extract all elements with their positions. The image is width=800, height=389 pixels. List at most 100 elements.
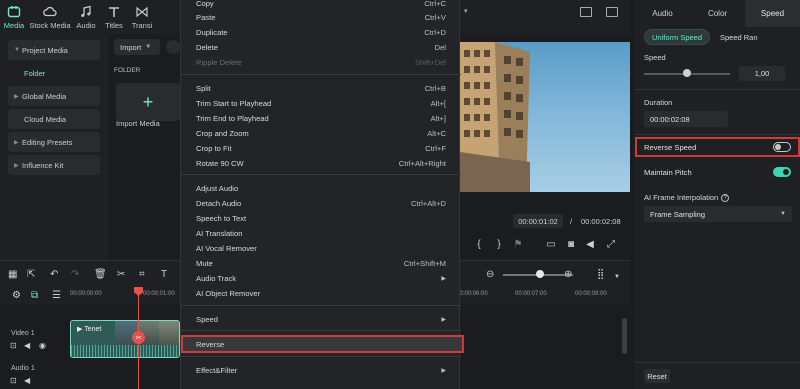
menu-item-paste[interactable]: Paste Ctrl+V bbox=[181, 10, 461, 25]
menu-item-shortcut: Ctrl+V bbox=[424, 13, 446, 22]
tab-audio[interactable]: Audio bbox=[635, 0, 690, 27]
uniform-speed-button[interactable]: Uniform Speed bbox=[644, 29, 710, 45]
tab-speed[interactable]: Speed bbox=[745, 0, 800, 27]
delete-icon[interactable]: 🗑 bbox=[94, 270, 107, 280]
import-dropdown[interactable]: Import ▼ bbox=[114, 39, 160, 55]
video-clip[interactable]: ▶ Tenet bbox=[70, 320, 180, 358]
toolbar-titles-label: Titles bbox=[105, 20, 123, 30]
sidebar-item-label: Cloud Media bbox=[24, 114, 67, 124]
fullscreen-icon[interactable]: ⤢ bbox=[605, 240, 617, 250]
snapshot-icon[interactable] bbox=[606, 7, 618, 17]
menu-item-detach-audio[interactable]: Detach Audio Ctrl+Alt+D bbox=[181, 196, 461, 211]
menu-item-adjust-audio[interactable]: Adjust Audio bbox=[181, 181, 461, 196]
info-icon[interactable]: ? bbox=[721, 194, 730, 203]
reset-button[interactable]: Reset bbox=[644, 369, 670, 383]
dropdown-icon[interactable]: ▾ bbox=[464, 7, 476, 17]
ai-frame-interpolation-label: AI Frame Interpolation? bbox=[644, 193, 730, 203]
toolbar-transitions-button[interactable]: Transi bbox=[128, 0, 156, 34]
maintain-pitch-toggle[interactable] bbox=[773, 167, 791, 177]
split-icon[interactable]: ✂ bbox=[132, 331, 145, 344]
menu-item-crop-and-zoom[interactable]: Crop and Zoom Alt+C bbox=[181, 126, 461, 141]
folder-header: FOLDER bbox=[114, 67, 141, 74]
menu-item-speed[interactable]: Speed ▶ bbox=[181, 312, 461, 327]
menu-item-ripple-delete[interactable]: Ripple Delete Shift+Del bbox=[181, 55, 461, 70]
toolbar-audio-button[interactable]: Audio bbox=[72, 0, 100, 34]
monitor-icon[interactable]: ▭ bbox=[545, 240, 557, 250]
grid-icon[interactable] bbox=[580, 7, 592, 17]
toolbar-stock-media-button[interactable]: Stock Media bbox=[28, 0, 72, 34]
lock-icon[interactable]: ⊡ bbox=[10, 341, 17, 351]
tab-color[interactable]: Color bbox=[690, 0, 745, 27]
duration-field[interactable]: 00:00:02:08 bbox=[644, 111, 728, 127]
select-tool-icon[interactable]: ⇱ bbox=[27, 270, 35, 280]
menu-item-ai-vocal-remover[interactable]: AI Vocal Remover bbox=[181, 241, 461, 256]
import-media-caption: Import Media bbox=[116, 119, 160, 128]
speed-value-input[interactable]: 1,00 bbox=[739, 66, 785, 81]
undo-icon[interactable]: ↶ bbox=[50, 270, 58, 280]
menu-item-mute[interactable]: Mute Ctrl+Shift+M bbox=[181, 256, 461, 271]
frame-interpolation-select[interactable]: Frame Sampling ▼ bbox=[644, 206, 792, 222]
track-manager-icon[interactable]: ☰ bbox=[52, 291, 61, 301]
sidebar-item-project-media[interactable]: ▼ Project Media bbox=[8, 40, 100, 60]
mark-in-icon[interactable]: { bbox=[473, 240, 485, 250]
layout-icon[interactable]: ▦ bbox=[8, 270, 17, 280]
zoom-in-icon[interactable]: ⊕ bbox=[564, 270, 572, 280]
zoom-slider-handle[interactable] bbox=[536, 270, 544, 278]
menu-item-label: Delete bbox=[196, 43, 218, 52]
menu-item-effect-filter[interactable]: Effect&Filter ▶ bbox=[181, 363, 461, 378]
menu-item-shortcut: Alt+C bbox=[427, 129, 446, 138]
menu-item-label: Ripple Delete bbox=[196, 58, 242, 67]
speed-slider-handle[interactable] bbox=[683, 69, 691, 77]
transition-icon bbox=[136, 6, 148, 17]
timeline-scrollbar[interactable] bbox=[622, 318, 627, 354]
menu-item-delete[interactable]: Delete Del bbox=[181, 40, 461, 55]
speaker-icon[interactable]: ◀ bbox=[24, 341, 30, 351]
eye-icon[interactable]: ◉ bbox=[39, 341, 46, 351]
sidebar-item-editing-presets[interactable]: ▶ Editing Presets bbox=[8, 132, 100, 152]
menu-item-rotate-90-cw[interactable]: Rotate 90 CW Ctrl+Alt+Right bbox=[181, 156, 461, 171]
grid-view-icon[interactable]: ⣿ bbox=[597, 270, 604, 280]
lock-icon[interactable]: ⊡ bbox=[10, 376, 17, 386]
camera-icon[interactable]: ◙ bbox=[565, 240, 577, 250]
menu-item-speech-to-text[interactable]: Speech to Text bbox=[181, 211, 461, 226]
sidebar-item-label: Folder bbox=[24, 68, 46, 78]
sidebar-item-folder[interactable]: Folder bbox=[8, 63, 100, 83]
chevron-down-icon[interactable]: ▼ bbox=[614, 272, 620, 282]
menu-item-ai-object-remover[interactable]: AI Object Remover bbox=[181, 286, 461, 301]
import-media-tile[interactable]: + bbox=[116, 83, 180, 121]
zoom-out-icon[interactable]: ⊖ bbox=[486, 270, 494, 280]
sidebar-item-cloud-media[interactable]: Cloud Media bbox=[8, 109, 100, 129]
scissors-icon[interactable]: ✂ bbox=[117, 270, 125, 280]
add-track-icon[interactable]: ⚙ bbox=[12, 291, 21, 301]
marker-icon[interactable]: ⚑ bbox=[512, 240, 524, 250]
menu-item-split[interactable]: Split Ctrl+B bbox=[181, 81, 461, 96]
speed-ramping-button[interactable]: Speed Ran bbox=[710, 29, 790, 45]
menu-item-trim-start-to-playhead[interactable]: Trim Start to Playhead Alt+[ bbox=[181, 96, 461, 111]
menu-item-trim-end-to-playhead[interactable]: Trim End to Playhead Alt+] bbox=[181, 111, 461, 126]
redo-icon[interactable]: ↷ bbox=[71, 270, 79, 280]
link-icon[interactable]: ⧉ bbox=[31, 291, 38, 301]
text-tool-icon[interactable]: T bbox=[161, 270, 167, 280]
chevron-down-icon: ▼ bbox=[145, 44, 152, 50]
menu-item-ai-translation[interactable]: AI Translation bbox=[181, 226, 461, 241]
crop-icon[interactable]: ⌗ bbox=[139, 270, 145, 280]
building-image bbox=[460, 42, 530, 192]
menu-item-audio-track[interactable]: Audio Track ▶ bbox=[181, 271, 461, 286]
menu-item-crop-to-fit[interactable]: Crop to Fit Ctrl+F bbox=[181, 141, 461, 156]
speaker-icon[interactable]: ◀ bbox=[24, 376, 30, 386]
menu-item-label: Detach Audio bbox=[196, 199, 242, 208]
sidebar-item-global-media[interactable]: ▶ Global Media bbox=[8, 86, 100, 106]
timeline-ruler-right: 00:00:06:00 00:00:07:00 00:00:08:00 bbox=[456, 287, 630, 304]
timeline-tracks-left: Video 1 ⊡ ◀ ◉ Audio 1 ⊡ ◀ ▶ Tenet bbox=[0, 304, 180, 389]
preview-controls: 00:00:01:02 / 00:00:02:08 { } ⚑ ▭ ◙ ◀ ⤢ bbox=[460, 192, 630, 260]
menu-separator bbox=[181, 305, 461, 306]
view-toggle-icon[interactable] bbox=[166, 40, 180, 54]
reverse-speed-toggle[interactable] bbox=[773, 142, 791, 152]
mark-out-icon[interactable]: } bbox=[493, 240, 505, 250]
sidebar-item-influence-kit[interactable]: ▶ Influence Kit bbox=[8, 155, 100, 175]
volume-icon[interactable]: ◀ bbox=[584, 240, 596, 250]
toolbar-media-button[interactable]: Media bbox=[0, 0, 28, 34]
toolbar-titles-button[interactable]: Titles bbox=[100, 0, 128, 34]
menu-item-reverse[interactable]: Reverse bbox=[181, 335, 464, 353]
menu-item-duplicate[interactable]: Duplicate Ctrl+D bbox=[181, 25, 461, 40]
